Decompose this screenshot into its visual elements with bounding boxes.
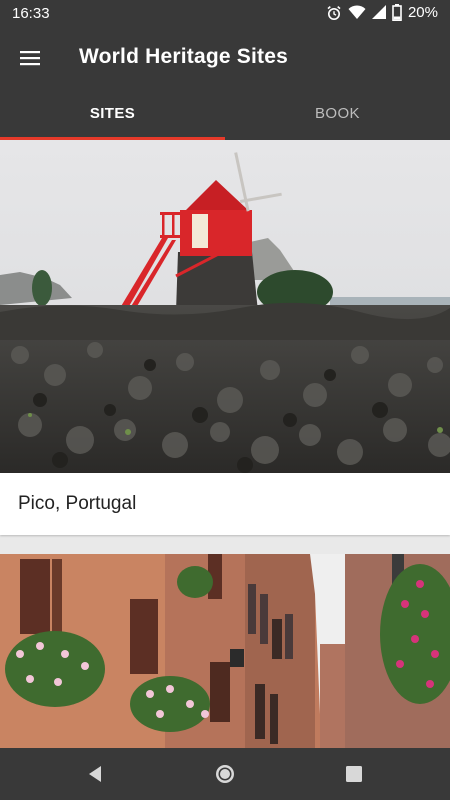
hamburger-menu-icon[interactable] (18, 46, 42, 70)
site-image-2[interactable] (0, 554, 450, 748)
home-icon[interactable] (212, 761, 238, 787)
site-card-caption[interactable]: Pico, Portugal (0, 473, 450, 535)
status-bar: 16:33 20% (0, 0, 450, 28)
tab-bar: SITES BOOK (0, 88, 450, 140)
site-name: Pico, Portugal (18, 493, 137, 514)
tab-sites[interactable]: SITES (0, 88, 225, 140)
app-bar: World Heritage Sites (0, 28, 450, 88)
battery-icon (392, 4, 402, 21)
battery-percent: 20% (407, 4, 438, 21)
app-title: World Heritage Sites (79, 45, 288, 68)
tab-book[interactable]: BOOK (225, 88, 450, 140)
site-image-pico[interactable] (0, 140, 450, 473)
status-time: 16:33 (12, 5, 50, 22)
signal-icon (371, 5, 386, 19)
back-icon[interactable] (82, 761, 108, 787)
system-nav-bar (0, 748, 450, 800)
alarm-icon (327, 5, 341, 20)
recents-icon[interactable] (341, 761, 367, 787)
wifi-icon (348, 5, 366, 19)
